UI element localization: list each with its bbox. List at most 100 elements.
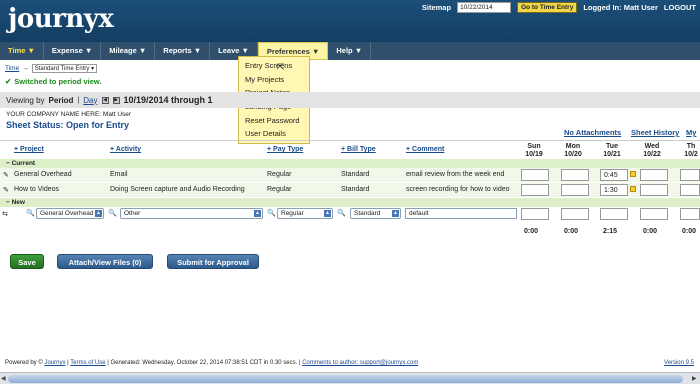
activity-select[interactable]: Other ▲ — [120, 208, 263, 219]
day-date: 10/22 — [643, 151, 661, 158]
pay-type-select[interactable]: Regular ▲ — [277, 208, 333, 219]
menu-item-reset-password[interactable]: Reset Password — [239, 114, 309, 128]
day-sun: Sun 10/19 — [519, 143, 549, 159]
day-view-link[interactable]: Day — [83, 96, 97, 105]
attach-files-button[interactable]: Attach/View Files (0) — [57, 254, 153, 269]
new-entry-row: ⇆ 🔍 General Overhead ▲ 🔍 Other ▲ 🔍 Regular… — [0, 207, 700, 221]
my-link[interactable]: My — [686, 128, 696, 137]
scroll-left-icon[interactable]: ◀ — [1, 375, 8, 383]
time-input-sun[interactable] — [521, 208, 549, 220]
time-input-wed[interactable] — [640, 169, 668, 181]
table-row: ✎ How to Videos Doing Screen capture and… — [0, 183, 700, 197]
time-input-sun[interactable] — [521, 184, 549, 196]
horizontal-scrollbar[interactable]: ◀ ▶ — [0, 372, 700, 384]
day-date: 10/21 — [603, 151, 621, 158]
viewing-by-label: Viewing by — [6, 95, 45, 105]
time-input-thu[interactable] — [680, 208, 700, 220]
magnifier-icon[interactable]: 🔍 — [267, 209, 276, 217]
time-input-sun[interactable] — [521, 169, 549, 181]
separator: | — [77, 96, 80, 104]
menu-item-entry-screens[interactable]: Entry Screens — [239, 59, 309, 73]
col-bill-type[interactable]: + Bill Type — [341, 146, 376, 153]
view-bar: Viewing by Period | Day ◀ ▶ 10/19/2014 t… — [0, 92, 700, 108]
nav-time[interactable]: Time ▼ — [0, 42, 44, 60]
footer-powered: Powered by © — [5, 360, 43, 366]
footer-comments-link[interactable]: Comments to author: support@journyx.com — [302, 360, 418, 366]
nav-reports[interactable]: Reports ▼ — [155, 42, 211, 60]
day-date: 10/19 — [525, 151, 543, 158]
footer-journyx-link[interactable]: Journyx — [44, 360, 65, 366]
version-link[interactable]: Version 9.5 — [664, 360, 694, 366]
logout-link[interactable]: LOGOUT — [664, 3, 696, 12]
col-pay-type[interactable]: + Pay Type — [267, 146, 303, 153]
table-row: ✎ General Overhead Email Regular Standar… — [0, 168, 700, 182]
time-input-tue[interactable] — [600, 208, 628, 220]
company-name: YOUR COMPANY NAME HERE: Matt User — [6, 111, 132, 118]
note-icon[interactable] — [630, 186, 636, 192]
nav-expense[interactable]: Expense ▼ — [44, 42, 102, 60]
time-input-mon[interactable] — [561, 169, 589, 181]
section-new[interactable]: − New — [0, 198, 700, 207]
date-field[interactable] — [457, 2, 512, 13]
pencil-icon[interactable]: ✎ — [3, 186, 9, 194]
breadcrumb-arrow: → — [22, 65, 29, 72]
time-breadcrumb-link[interactable]: Time — [5, 65, 19, 72]
row-bill-type: Standard — [341, 186, 370, 193]
nav-help[interactable]: Help ▼ — [328, 42, 372, 60]
col-comment[interactable]: + Comment — [406, 146, 444, 153]
entry-type-select[interactable]: Standard Time Entry ▾ — [31, 64, 98, 73]
day-dow: Mon — [565, 143, 581, 150]
main-nav: Time ▼ Expense ▼ Mileage ▼ Reports ▼ Lea… — [0, 42, 700, 60]
total-sun: 0:00 — [524, 228, 539, 235]
scrollbar-thumb[interactable] — [8, 375, 683, 383]
period-label: Period — [48, 95, 74, 105]
time-input-mon[interactable] — [561, 208, 589, 220]
day-dow: Wed — [644, 143, 660, 150]
next-period-icon[interactable]: ▶ — [112, 96, 120, 104]
add-row-icon[interactable]: ⇆ — [2, 210, 8, 218]
section-current[interactable]: − Current — [0, 159, 700, 168]
no-attachments-link[interactable]: No Attachments — [564, 128, 621, 137]
pencil-icon[interactable]: ✎ — [3, 171, 9, 179]
period-dates: 10/19/2014 through 1 — [123, 95, 213, 105]
time-input-tue[interactable]: 0:45 — [600, 169, 628, 181]
time-input-mon[interactable] — [561, 184, 589, 196]
magnifier-icon[interactable]: 🔍 — [337, 209, 346, 217]
time-input-wed[interactable] — [640, 208, 668, 220]
row-pay-type: Regular — [267, 171, 292, 178]
sitemap-link[interactable]: Sitemap — [422, 3, 451, 12]
time-input-thu[interactable] — [680, 184, 700, 196]
day-thu: Th 10/2 — [676, 143, 700, 159]
mouse-cursor-icon: ⇱ — [277, 62, 285, 72]
nav-mileage[interactable]: Mileage ▼ — [101, 42, 156, 60]
comment-input[interactable]: default — [405, 208, 517, 219]
bill-type-select-value: Standard — [354, 210, 381, 217]
time-input-tue[interactable]: 1:30 — [600, 184, 628, 196]
footer-terms-link[interactable]: Terms of Use — [70, 360, 105, 366]
day-mon: Mon 10/20 — [558, 143, 588, 159]
go-to-time-entry-button[interactable]: Go to Time Entry — [517, 2, 578, 13]
row-project: How to Videos — [14, 186, 60, 193]
scroll-right-icon[interactable]: ▶ — [692, 375, 699, 383]
footer-generated: | Generated: Wednesday, October 22, 2014… — [107, 360, 301, 366]
time-input-wed[interactable] — [640, 184, 668, 196]
sheet-status: Sheet Status: Open for Entry — [6, 120, 130, 130]
menu-item-my-projects[interactable]: My Projects — [239, 73, 309, 87]
day-dow: Sun — [527, 143, 541, 150]
magnifier-icon[interactable]: 🔍 — [108, 209, 117, 217]
project-select[interactable]: General Overhead ▲ — [36, 208, 104, 219]
sheet-history-link[interactable]: Sheet History — [631, 128, 679, 137]
day-dow: Th — [686, 143, 696, 150]
journyx-logo[interactable]: journyx — [8, 4, 114, 34]
col-project[interactable]: + Project — [14, 146, 44, 153]
note-icon[interactable] — [630, 171, 636, 177]
day-date: 10/20 — [564, 151, 582, 158]
submit-for-approval-button[interactable]: Submit for Approval — [167, 254, 259, 269]
bill-type-select[interactable]: Standard ▲ — [350, 208, 401, 219]
status-text: Switched to period view. — [14, 77, 102, 86]
save-button[interactable]: Save — [10, 254, 44, 269]
col-activity[interactable]: + Activity — [110, 146, 141, 153]
prev-period-icon[interactable]: ◀ — [101, 96, 109, 104]
time-input-thu[interactable] — [680, 169, 700, 181]
magnifier-icon[interactable]: 🔍 — [26, 209, 35, 217]
